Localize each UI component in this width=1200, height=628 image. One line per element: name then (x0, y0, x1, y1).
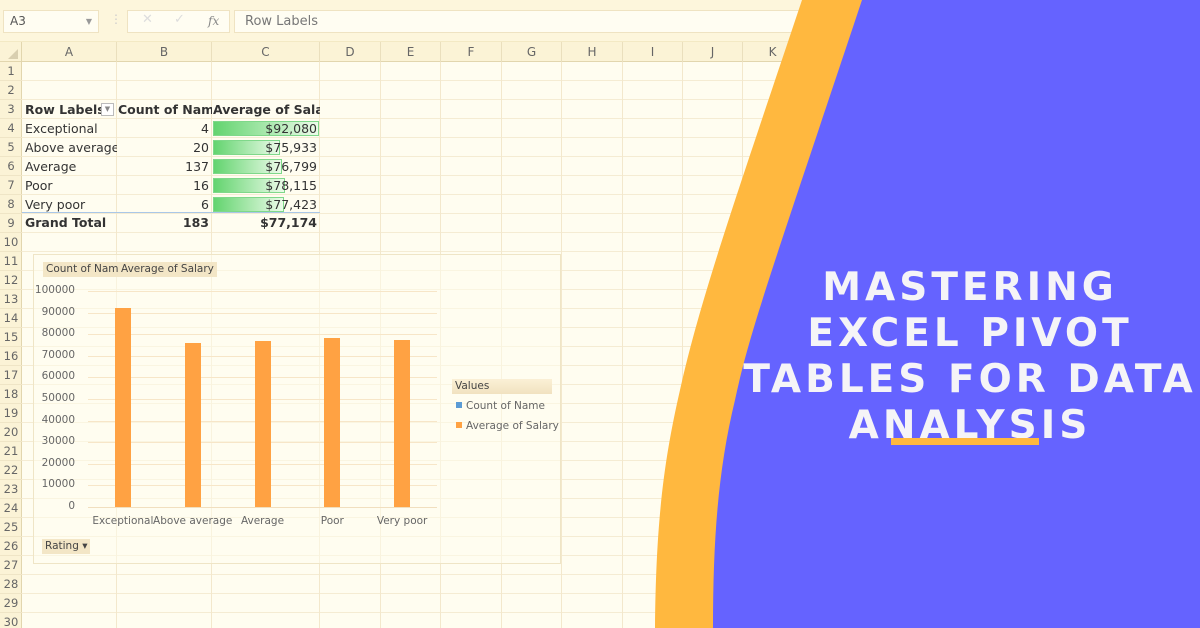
banner-title: MASTERING EXCEL PIVOT TABLES FOR DATA AN… (740, 265, 1200, 449)
title-line: TABLES FOR DATA (743, 357, 1197, 402)
title-line: EXCEL PIVOT (807, 311, 1133, 356)
title-line: MASTERING (822, 265, 1118, 310)
title-underline (891, 438, 1039, 445)
